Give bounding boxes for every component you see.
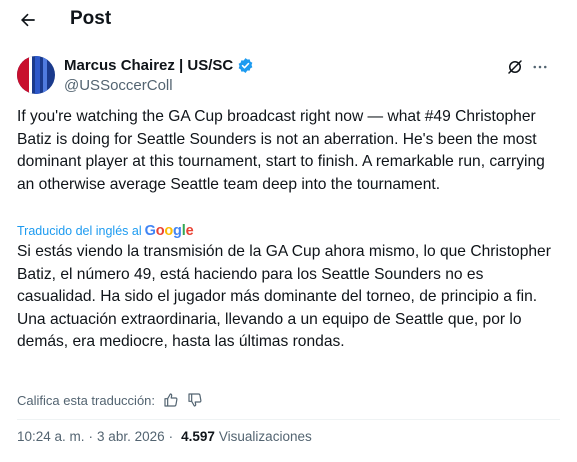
author-handle[interactable]: @USSoccerColl [64, 77, 173, 94]
thumbs-down-button[interactable] [187, 392, 203, 408]
more-options-button[interactable] [530, 57, 550, 77]
back-arrow-icon [21, 13, 35, 27]
divider [17, 419, 560, 420]
author-name-row: Marcus Chairez | US/SC [64, 57, 254, 74]
grok-icon [508, 60, 522, 74]
grok-button[interactable] [505, 57, 525, 77]
back-button[interactable] [14, 6, 42, 34]
post-meta: 10:24 a. m. · 3 abr. 2026 · 4.597 Visual… [17, 429, 312, 444]
page-title: Post [70, 8, 112, 29]
thumbs-up-icon [164, 393, 178, 407]
thumbs-up-button[interactable] [163, 392, 179, 408]
translation-attribution: Traducido del inglés al Google [17, 223, 194, 239]
tweet-text: If you're watching the GA Cup broadcast … [17, 108, 545, 193]
verified-badge-icon [238, 58, 253, 73]
avatar[interactable] [17, 56, 55, 94]
more-icon [533, 65, 547, 69]
rate-translation-label: Califica esta traducción: [17, 392, 156, 408]
meta-separator: · [168, 429, 174, 444]
meta-separator: · [88, 429, 94, 444]
author-name[interactable]: Marcus Chairez | US/SC [64, 57, 233, 74]
views-label: Visualizaciones [218, 429, 312, 444]
page-header: Post [0, 0, 577, 40]
google-logo: Google [144, 223, 194, 239]
translation-label: Traducido del inglés al [17, 224, 142, 238]
post-date[interactable]: 3 abr. 2026 [97, 429, 165, 444]
post-time[interactable]: 10:24 a. m. [17, 429, 85, 444]
avatar-image [17, 56, 55, 94]
translated-text: Si estás viendo la transmisión de la GA … [17, 243, 551, 350]
rate-translation-row: Califica esta traducción: [17, 392, 203, 408]
views-count: 4.597 [181, 429, 215, 444]
thumbs-down-icon [188, 393, 202, 407]
